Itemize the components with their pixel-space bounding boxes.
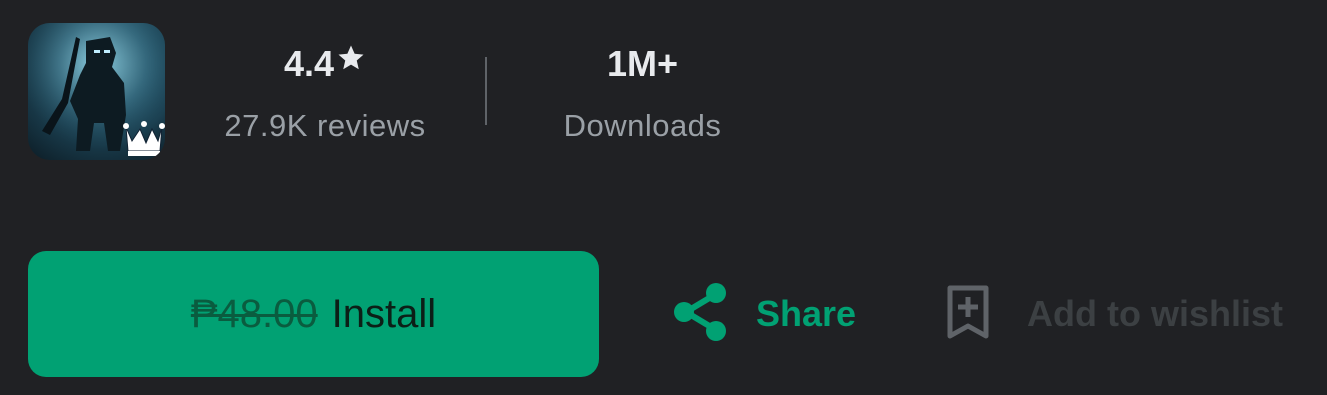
share-icon	[672, 281, 730, 348]
app-icon[interactable]	[28, 23, 165, 160]
rating-value-row: 4.4	[200, 40, 450, 88]
install-button[interactable]: ₱48.00 Install	[28, 251, 599, 377]
reviews-count: 27.9K reviews	[224, 108, 426, 143]
star-icon	[336, 40, 366, 88]
app-icon-artwork	[28, 23, 165, 160]
old-price: ₱48.00	[190, 291, 318, 336]
share-button[interactable]: Share	[672, 281, 857, 348]
share-label: Share	[756, 293, 857, 334]
wishlist-label: Add to wishlist	[1027, 293, 1283, 334]
downloads-label: Downloads	[563, 108, 722, 143]
stats-divider	[485, 57, 487, 125]
bookmark-add-icon	[945, 284, 991, 345]
rating-stat[interactable]: 4.4 27.9K reviews	[200, 40, 450, 146]
install-label: Install	[331, 291, 437, 336]
rating-value: 4.4	[283, 43, 335, 84]
downloads-stat: 1M+ Downloads	[530, 40, 755, 146]
downloads-value: 1M+	[606, 43, 679, 84]
add-to-wishlist-button[interactable]: Add to wishlist	[945, 283, 1283, 345]
app-details-header: 4.4 27.9K reviews 1M+ Downloads ₱48.00 I…	[0, 0, 1327, 395]
